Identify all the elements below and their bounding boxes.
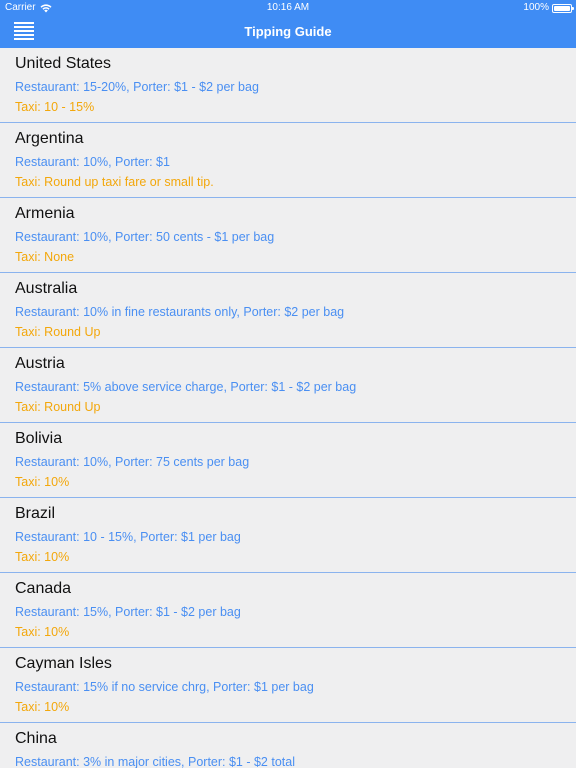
restaurant-porter-info: Restaurant: 10% in fine restaurants only… [15, 305, 345, 319]
taxi-info: Taxi: None [15, 250, 75, 264]
list-item-canada[interactable]: Canada Restaurant: 15%, Porter: $1 - $2 … [0, 573, 576, 648]
restaurant-porter-info: Restaurant: 10 - 15%, Porter: $1 per bag [15, 530, 241, 544]
taxi-info: Taxi: Round Up [15, 400, 101, 414]
taxi-info: Taxi: Round up taxi fare or small tip. [15, 175, 214, 189]
country-name: Australia [15, 280, 78, 297]
list-item-armenia[interactable]: Armenia Restaurant: 10%, Porter: 50 cent… [0, 198, 576, 273]
restaurant-porter-info: Restaurant: 5% above service charge, Por… [15, 380, 357, 394]
list-item-china[interactable]: China Restaurant: 3% in major cities, Po… [0, 723, 576, 768]
country-name: Cayman Isles [15, 655, 112, 672]
app-header: Carrier 10:16 AM 100% Tipping Guide [0, 0, 576, 48]
taxi-info: Taxi: 10% [15, 625, 70, 639]
taxi-info: Taxi: 10% [15, 475, 70, 489]
taxi-info: Taxi: 10% [15, 700, 70, 714]
list-item-argentina[interactable]: Argentina Restaurant: 10%, Porter: $1 Ta… [0, 123, 576, 198]
nav-bar: Tipping Guide [0, 16, 576, 48]
country-name: Canada [15, 580, 72, 597]
status-bar: Carrier 10:16 AM 100% [0, 0, 576, 16]
country-name: Argentina [15, 130, 84, 147]
list-item-brazil[interactable]: Brazil Restaurant: 10 - 15%, Porter: $1 … [0, 498, 576, 573]
country-name: United States [15, 55, 112, 72]
status-time: 10:16 AM [266, 2, 310, 13]
restaurant-porter-info: Restaurant: 15-20%, Porter: $1 - $2 per … [15, 80, 259, 94]
list-item-austria[interactable]: Austria Restaurant: 5% above service cha… [0, 348, 576, 423]
restaurant-porter-info: Restaurant: 10%, Porter: $1 [15, 155, 170, 169]
country-name: Brazil [15, 505, 56, 522]
restaurant-porter-info: Restaurant: 10%, Porter: 75 cents per ba… [15, 455, 250, 469]
list-item-bolivia[interactable]: Bolivia Restaurant: 10%, Porter: 75 cent… [0, 423, 576, 498]
status-right: 100% [523, 0, 574, 16]
country-name: Armenia [15, 205, 75, 222]
battery-percent: 100% [523, 2, 549, 13]
country-list[interactable]: United States Restaurant: 15-20%, Porter… [0, 48, 576, 768]
taxi-info: Taxi: 10% [15, 550, 70, 564]
country-name: China [15, 730, 57, 747]
restaurant-porter-info: Restaurant: 15% if no service chrg, Port… [15, 680, 314, 694]
taxi-info: Taxi: Round Up [15, 325, 101, 339]
restaurant-porter-info: Restaurant: 15%, Porter: $1 - $2 per bag [15, 605, 241, 619]
list-item-united-states[interactable]: United States Restaurant: 15-20%, Porter… [0, 48, 576, 123]
taxi-info: Taxi: 10 - 15% [15, 100, 95, 114]
restaurant-porter-info: Restaurant: 3% in major cities, Porter: … [15, 755, 295, 768]
country-name: Bolivia [15, 430, 63, 447]
country-name: Austria [15, 355, 65, 372]
list-item-cayman-isles[interactable]: Cayman Isles Restaurant: 15% if no servi… [0, 648, 576, 723]
battery-icon [552, 3, 574, 13]
list-item-australia[interactable]: Australia Restaurant: 10% in fine restau… [0, 273, 576, 348]
page-title: Tipping Guide [244, 24, 332, 39]
restaurant-porter-info: Restaurant: 10%, Porter: 50 cents - $1 p… [15, 230, 275, 244]
